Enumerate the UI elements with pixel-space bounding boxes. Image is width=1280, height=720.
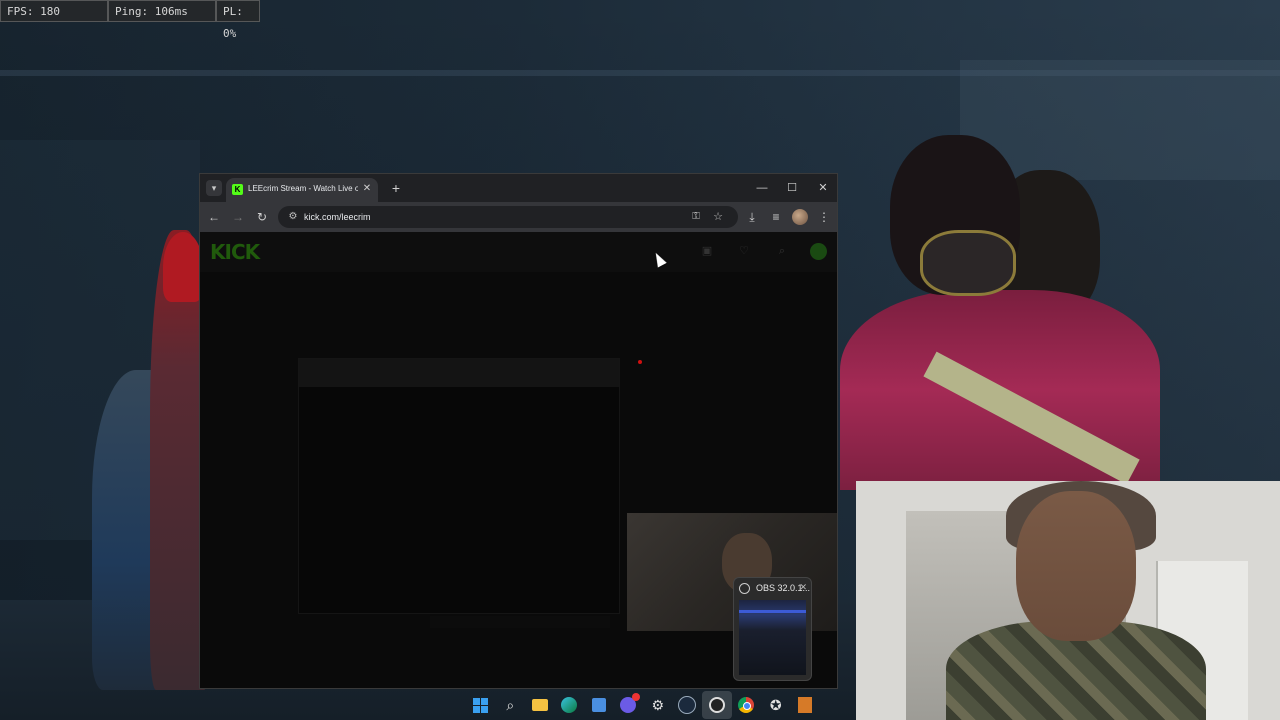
settings-app-icon[interactable]: ⚙: [643, 691, 673, 719]
kebab-menu-icon[interactable]: ⋮: [815, 208, 833, 226]
streamer-face: [1016, 491, 1136, 641]
profile-avatar[interactable]: [792, 209, 808, 225]
fps-readout: FPS: 180: [0, 0, 108, 22]
gift-icon[interactable]: ▣: [700, 244, 714, 258]
address-bar[interactable]: ⚙ kick.com/leecrim ⚿ ☆: [278, 206, 738, 228]
minimize-icon[interactable]: —: [747, 178, 777, 198]
tab-strip: ▾ K LEEcrim Stream - Watch Live on ✕ + —…: [200, 174, 837, 202]
kick-favicon-icon: K: [232, 184, 243, 195]
edge-icon[interactable]: [555, 691, 585, 719]
search-icon[interactable]: ⌕: [496, 691, 526, 719]
tab-title: LEEcrim Stream - Watch Live on: [248, 184, 358, 193]
obs-preview-bar: [739, 610, 806, 613]
nested-taskbar: [430, 616, 610, 628]
user-avatar[interactable]: [810, 243, 827, 260]
stream-video-nested-window[interactable]: [298, 358, 620, 614]
chrome-icon[interactable]: [732, 691, 762, 719]
windows-start-icon[interactable]: [466, 691, 496, 719]
plus-icon[interactable]: +: [388, 180, 404, 196]
taskbar: ⌕ ⚙ ✪: [466, 691, 820, 719]
heart-icon[interactable]: ♡: [737, 244, 751, 258]
star-icon[interactable]: ☆: [710, 209, 726, 225]
chevron-down-icon[interactable]: ▾: [206, 180, 222, 196]
ping-readout: Ping: 106ms: [108, 0, 216, 22]
obs-preview-image[interactable]: [739, 600, 806, 675]
obs-icon[interactable]: [702, 691, 732, 719]
arrow-right-icon[interactable]: →: [229, 208, 247, 226]
kick-logo[interactable]: KICK: [210, 240, 260, 264]
store-icon[interactable]: [584, 691, 614, 719]
recording-dot: [638, 360, 642, 364]
discord-icon[interactable]: [614, 691, 644, 719]
browser-tab[interactable]: K LEEcrim Stream - Watch Live on ✕: [226, 178, 378, 202]
packet-loss-readout: PL: 0%: [216, 0, 260, 40]
file-explorer-icon[interactable]: [525, 691, 555, 719]
obs-icon: [739, 583, 750, 594]
notification-badge: [632, 693, 641, 701]
maximize-icon[interactable]: ☐: [777, 178, 807, 198]
gta-icon[interactable]: [791, 691, 821, 719]
close-icon[interactable]: ✕: [799, 582, 807, 593]
character-red-hair: [163, 232, 203, 302]
performance-overlay: FPS: 180 Ping: 106ms PL: 0%: [0, 0, 260, 40]
obs-taskbar-preview[interactable]: OBS 32.0.1... ✕: [733, 577, 812, 681]
steam-icon[interactable]: [673, 691, 703, 719]
tune-icon[interactable]: ⚙: [285, 209, 301, 225]
nested-browser-bar: [299, 359, 619, 387]
url-text[interactable]: kick.com/leecrim: [304, 206, 371, 228]
arrow-left-icon[interactable]: ←: [205, 208, 223, 226]
wall-panel: [960, 60, 1280, 180]
search-icon[interactable]: ⌕: [775, 244, 789, 258]
reload-icon[interactable]: ↻: [253, 208, 271, 226]
window-close-icon[interactable]: ✕: [808, 178, 838, 198]
browser-toolbar: ← → ↻ ⚙ kick.com/leecrim ⚿ ☆ ⤓ ≡ ⋮: [200, 202, 837, 232]
key-icon[interactable]: ⚿: [688, 209, 704, 225]
character-gasmask: [920, 230, 1016, 296]
rockstar-icon[interactable]: ✪: [761, 691, 791, 719]
webcam-overlay: [856, 481, 1280, 720]
close-icon[interactable]: ✕: [361, 183, 373, 195]
download-icon[interactable]: ⤓: [743, 208, 761, 226]
media-control-icon[interactable]: ≡: [767, 208, 785, 226]
kick-header: KICK ▣ ♡ ⌕: [200, 232, 837, 272]
